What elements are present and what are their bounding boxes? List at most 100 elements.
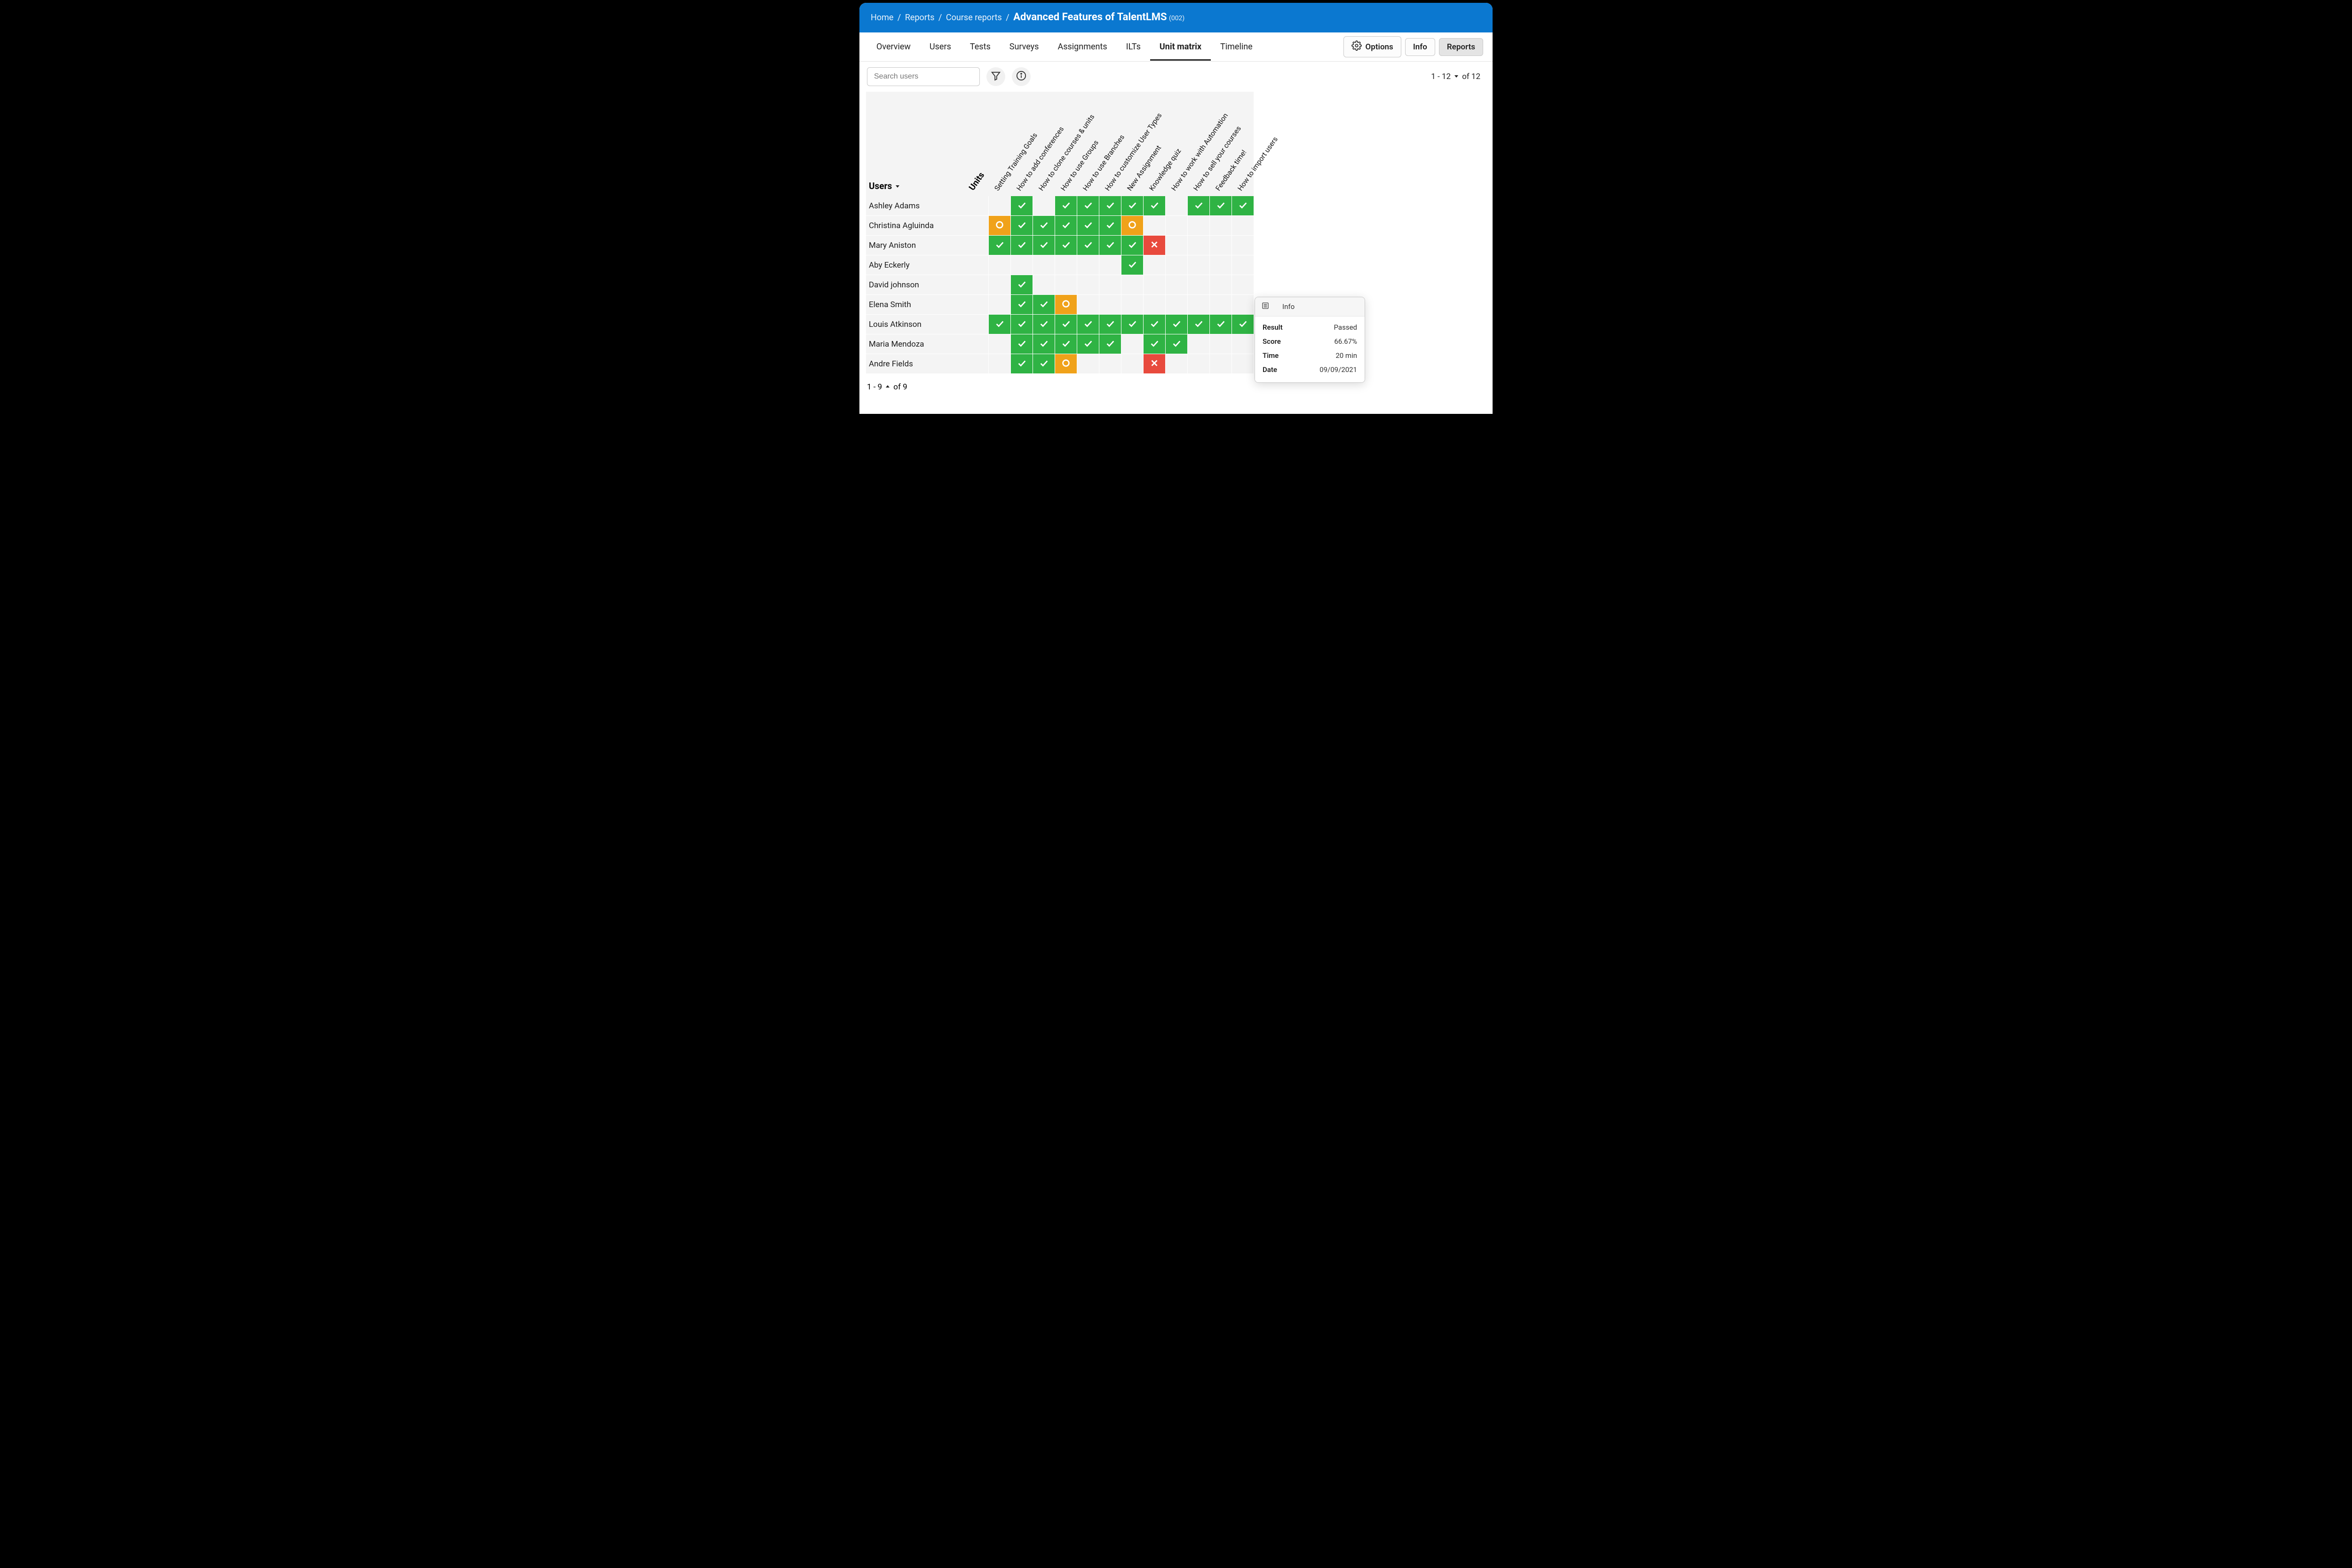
- matrix-cell[interactable]: [1033, 334, 1055, 354]
- matrix-cell[interactable]: [1232, 196, 1254, 216]
- matrix-cell[interactable]: [1010, 275, 1033, 295]
- matrix-cell[interactable]: [1165, 315, 1187, 334]
- matrix-cell[interactable]: [1033, 216, 1055, 236]
- matrix-cell[interactable]: [1121, 315, 1143, 334]
- matrix-cell[interactable]: [1055, 216, 1077, 236]
- user-row[interactable]: Louis Atkinson: [866, 315, 988, 334]
- user-row[interactable]: Maria Mendoza: [866, 334, 988, 354]
- matrix-cell[interactable]: [1099, 334, 1121, 354]
- check-icon: [1039, 318, 1049, 331]
- matrix-cell[interactable]: [1121, 255, 1143, 275]
- matrix-cell[interactable]: [1165, 334, 1187, 354]
- matrix-cell[interactable]: [1099, 315, 1121, 334]
- matrix-cell[interactable]: [1077, 216, 1099, 236]
- tab-surveys[interactable]: Surveys: [1000, 33, 1049, 61]
- tab-ilts[interactable]: ILTs: [1117, 33, 1150, 61]
- check-icon: [1017, 318, 1027, 331]
- check-icon: [1105, 338, 1115, 350]
- matrix-cell[interactable]: [1010, 295, 1033, 315]
- info-popover-item: ResultPassed: [1263, 320, 1357, 334]
- matrix-cell[interactable]: [1033, 236, 1055, 255]
- options-label: Options: [1366, 42, 1393, 52]
- tab-overview[interactable]: Overview: [867, 33, 920, 61]
- matrix-cell[interactable]: [1010, 216, 1033, 236]
- user-row[interactable]: Christina Agluinda: [866, 216, 988, 236]
- matrix-cell[interactable]: [1077, 236, 1099, 255]
- matrix-cell[interactable]: [1010, 334, 1033, 354]
- search-input[interactable]: [867, 67, 980, 86]
- check-icon: [1061, 239, 1071, 252]
- matrix-cell[interactable]: [988, 236, 1010, 255]
- breadcrumb-course-reports[interactable]: Course reports: [946, 13, 1002, 23]
- matrix-cells: [988, 196, 1254, 374]
- matrix-cell[interactable]: [1187, 196, 1209, 216]
- matrix-cell[interactable]: [1099, 216, 1121, 236]
- tab-unit-matrix[interactable]: Unit matrix: [1150, 33, 1211, 61]
- matrix-cell[interactable]: [1010, 196, 1033, 216]
- matrix-cell[interactable]: [1033, 295, 1055, 315]
- check-icon: [1149, 318, 1160, 331]
- matrix-cell[interactable]: [1121, 236, 1143, 255]
- matrix-cell[interactable]: [1033, 315, 1055, 334]
- matrix-cell[interactable]: [1209, 315, 1232, 334]
- matrix-cell[interactable]: [1187, 315, 1209, 334]
- tab-assignments[interactable]: Assignments: [1048, 33, 1116, 61]
- matrix-cell[interactable]: [1055, 196, 1077, 216]
- unit-header[interactable]: How to use Branches: [1081, 133, 1126, 192]
- info-icon: [1016, 71, 1026, 83]
- matrix-cell[interactable]: [1077, 196, 1099, 216]
- bottom-pager[interactable]: 1 - 9 of 9: [859, 374, 1493, 400]
- matrix-cell[interactable]: [1209, 196, 1232, 216]
- matrix-cell: [1165, 295, 1187, 315]
- filter-button[interactable]: [986, 67, 1005, 86]
- user-row[interactable]: Aby Eckerly: [866, 255, 988, 275]
- matrix-cell[interactable]: [1033, 354, 1055, 374]
- matrix-cell[interactable]: [1010, 354, 1033, 374]
- matrix-cell[interactable]: [1055, 334, 1077, 354]
- user-row[interactable]: Mary Aniston: [866, 236, 988, 255]
- user-row[interactable]: Ashley Adams: [866, 196, 988, 216]
- top-pager[interactable]: 1 - 12 of 12: [1431, 72, 1485, 81]
- matrix-cell[interactable]: [1010, 236, 1033, 255]
- matrix-cell[interactable]: [1232, 315, 1254, 334]
- matrix-cell[interactable]: [1010, 315, 1033, 334]
- matrix-cell[interactable]: [1143, 196, 1165, 216]
- matrix-cell[interactable]: [1077, 334, 1099, 354]
- unit-header[interactable]: How to import users: [1236, 135, 1279, 192]
- matrix-cell[interactable]: [1099, 196, 1121, 216]
- tab-users[interactable]: Users: [920, 33, 961, 61]
- users-header[interactable]: Users: [866, 92, 988, 196]
- matrix-cell[interactable]: [1143, 315, 1165, 334]
- info-label: Info: [1413, 42, 1427, 52]
- breadcrumb-bar: Home / Reports / Course reports / Advanc…: [859, 3, 1493, 32]
- matrix-cell[interactable]: [1121, 216, 1143, 236]
- tab-tests[interactable]: Tests: [961, 33, 1000, 61]
- tab-timeline[interactable]: Timeline: [1211, 33, 1262, 61]
- user-row[interactable]: Elena Smith: [866, 295, 988, 315]
- matrix-cell[interactable]: [1143, 354, 1165, 374]
- tabs-row: OverviewUsersTestsSurveysAssignmentsILTs…: [859, 32, 1493, 62]
- info-button[interactable]: Info: [1405, 38, 1435, 56]
- matrix-row: [988, 255, 1254, 275]
- matrix-cell[interactable]: [1121, 196, 1143, 216]
- matrix-cell[interactable]: [1099, 236, 1121, 255]
- matrix-cell[interactable]: [1055, 236, 1077, 255]
- matrix-cell[interactable]: [1055, 315, 1077, 334]
- matrix-cell[interactable]: [1143, 334, 1165, 354]
- matrix-cell[interactable]: [1077, 315, 1099, 334]
- breadcrumb-reports[interactable]: Reports: [905, 13, 935, 23]
- user-row[interactable]: Andre Fields: [866, 354, 988, 374]
- reports-button[interactable]: Reports: [1439, 38, 1483, 56]
- matrix-cell[interactable]: [1055, 354, 1077, 374]
- user-row[interactable]: David johnson: [866, 275, 988, 295]
- info-popover-item: Date09/09/2021: [1263, 363, 1357, 377]
- breadcrumb-home[interactable]: Home: [871, 13, 893, 23]
- matrix-cell[interactable]: [1143, 236, 1165, 255]
- matrix-cell[interactable]: [1055, 295, 1077, 315]
- options-button[interactable]: Options: [1343, 36, 1401, 57]
- matrix-cell[interactable]: [988, 216, 1010, 236]
- info-circle-button[interactable]: [1012, 67, 1031, 86]
- bottom-pager-of: of 9: [893, 382, 907, 392]
- matrix-cell[interactable]: [988, 315, 1010, 334]
- matrix-cell: [1187, 354, 1209, 374]
